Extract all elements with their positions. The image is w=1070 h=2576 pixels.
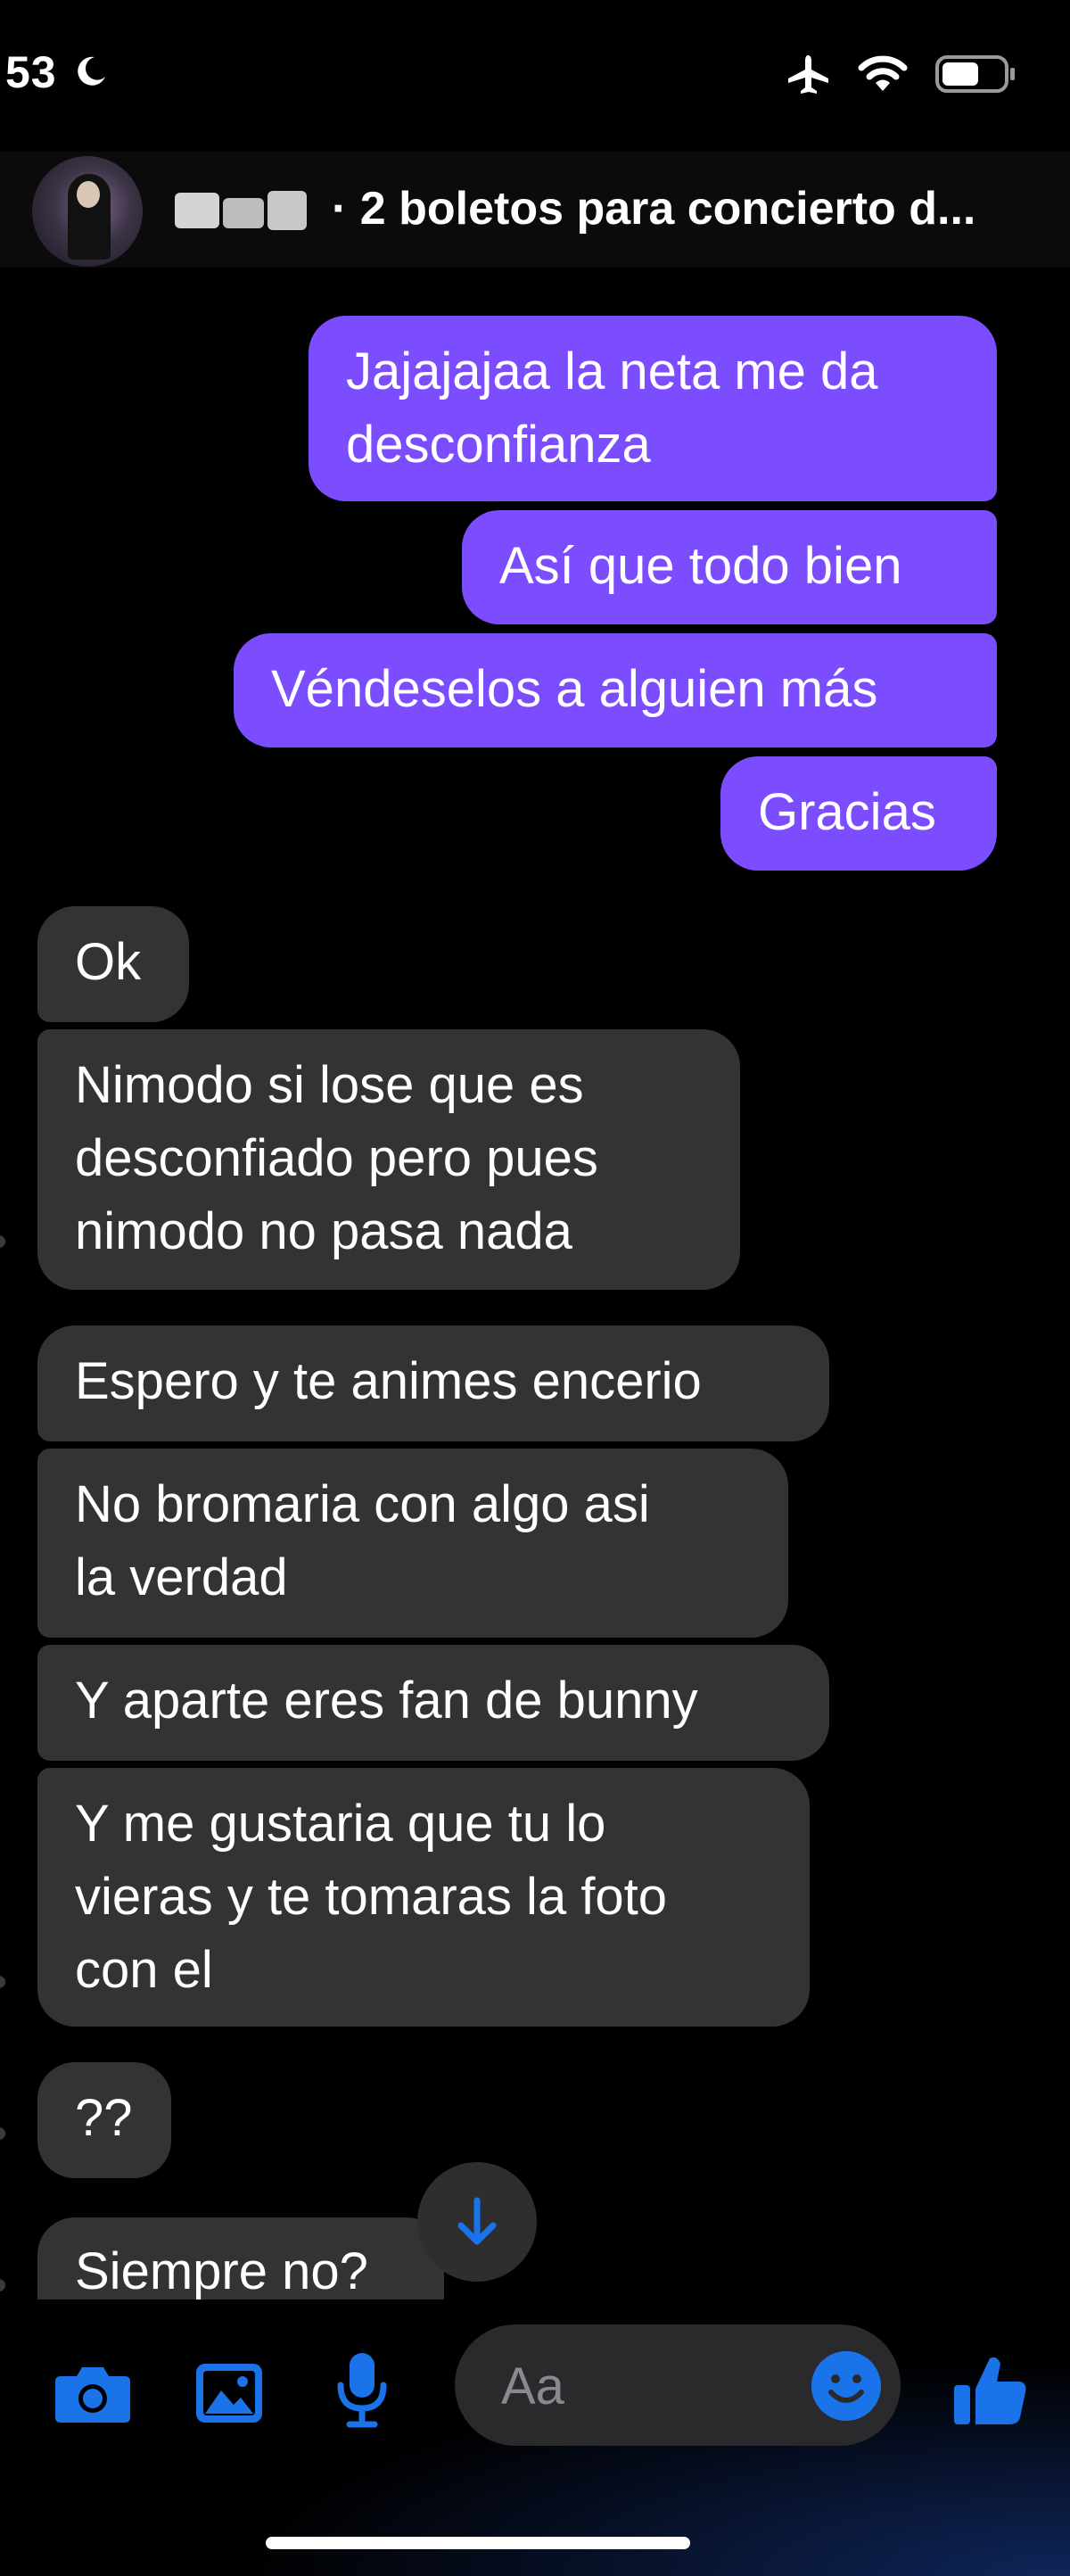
arrow-down-icon bbox=[457, 2197, 497, 2245]
battery-icon bbox=[935, 55, 1015, 93]
message-bubble-outgoing[interactable]: Jajajajaa la neta me da desconfianza bbox=[309, 316, 997, 501]
message-bubble-incoming[interactable]: Siempre no? bbox=[37, 2217, 444, 2305]
read-avatar-dot bbox=[0, 2127, 5, 2140]
message-bubble-incoming[interactable]: Y me gustaria que tu lo vieras y te toma… bbox=[37, 1768, 810, 2027]
read-avatar-dot bbox=[0, 1976, 5, 1988]
chat-header[interactable]: · 2 boletos para concierto d... bbox=[0, 152, 1070, 268]
header-title: · 2 boletos para concierto d... bbox=[332, 183, 976, 235]
message-bubble-incoming[interactable]: No bromaria con algo asi la verdad bbox=[37, 1449, 788, 1638]
thumbs-up-icon[interactable] bbox=[952, 2353, 1027, 2426]
microphone-icon[interactable] bbox=[335, 2351, 389, 2428]
message-bubble-outgoing[interactable]: Véndeselos a alguien más bbox=[234, 633, 997, 747]
message-bubble-incoming[interactable]: ?? bbox=[37, 2062, 171, 2178]
status-time: 53 bbox=[5, 47, 57, 97]
message-bubble-incoming[interactable]: Espero y te animes encerio bbox=[37, 1325, 829, 1441]
message-input-container[interactable] bbox=[455, 2324, 901, 2446]
status-bar: 53 bbox=[0, 0, 1070, 152]
avatar[interactable] bbox=[32, 156, 143, 267]
message-composer bbox=[0, 2319, 1070, 2462]
moon-icon bbox=[78, 56, 105, 86]
message-bubble-incoming[interactable]: Ok bbox=[37, 906, 189, 1022]
airplane-icon bbox=[788, 55, 828, 94]
message-bubble-incoming[interactable]: Nimodo si lose que es desconfiado pero p… bbox=[37, 1029, 740, 1290]
message-bubble-outgoing[interactable]: Así que todo bien bbox=[462, 510, 997, 624]
scroll-to-bottom-button[interactable] bbox=[417, 2162, 537, 2282]
message-bubble-incoming[interactable]: Y aparte eres fan de bunny bbox=[37, 1645, 829, 1761]
emoji-icon[interactable] bbox=[811, 2351, 881, 2421]
home-indicator[interactable] bbox=[266, 2537, 690, 2549]
message-input[interactable] bbox=[499, 2355, 797, 2417]
camera-icon[interactable] bbox=[54, 2362, 132, 2424]
read-avatar-dot bbox=[0, 1235, 5, 1248]
wifi-icon bbox=[858, 55, 908, 91]
message-bubble-outgoing[interactable]: Gracias bbox=[720, 756, 997, 871]
read-avatar-dot bbox=[0, 2279, 5, 2291]
image-icon[interactable] bbox=[194, 2362, 264, 2424]
contact-name-redacted bbox=[166, 186, 326, 235]
